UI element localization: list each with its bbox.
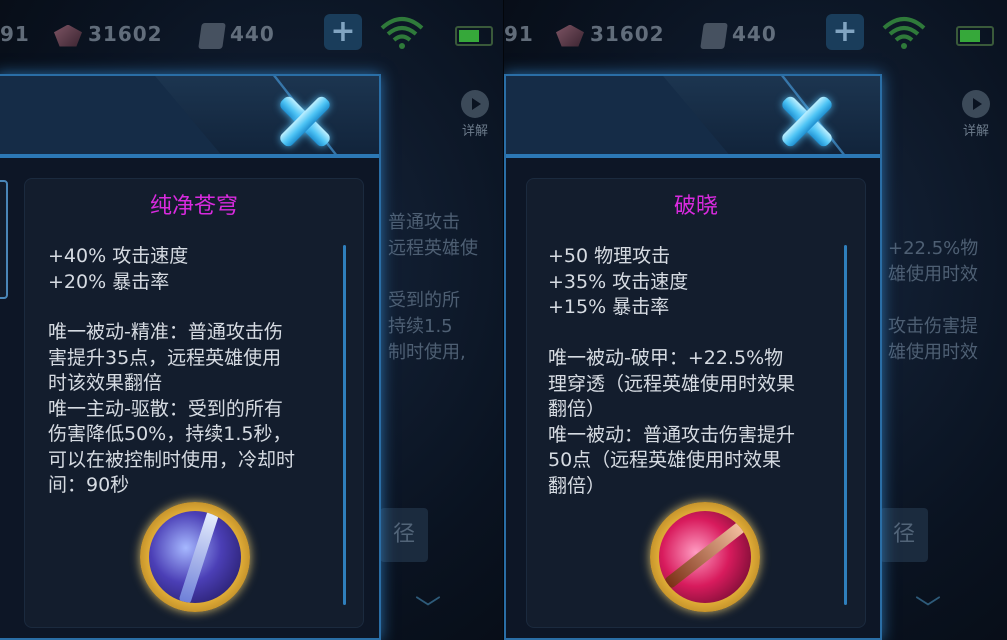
coupon-count: 440 (230, 22, 275, 46)
bg-text: 普通攻击 (388, 212, 460, 233)
selected-slot[interactable] (0, 180, 8, 299)
diamond-count: 31602 (88, 22, 163, 46)
header-decor (0, 154, 379, 158)
close-icon[interactable] (778, 92, 836, 150)
diamond-icon (54, 24, 82, 47)
path-button[interactable]: 径 (880, 508, 928, 562)
detail-label: 详解 (461, 124, 488, 139)
diamond-count: 31602 (590, 22, 665, 46)
diamond-counter: 31602 (556, 22, 665, 47)
purity-sky-blade-icon (140, 502, 250, 612)
play-icon (962, 90, 990, 118)
item-stats: +50 物理攻击 +35% 攻击速度 +15% 暴击率 (548, 245, 689, 318)
item-name: 纯净苍穹 (149, 194, 238, 219)
right-screenshot: 91 31602 440 + 详解 +22.5%物 雄使用时效 攻击伤害提 雄使… (504, 0, 1007, 640)
status-bar: 91 31602 440 + (504, 0, 1007, 64)
detail-button[interactable]: 详解 (959, 90, 993, 139)
bg-text: 受到的所 (388, 290, 460, 311)
chevron-down-icon[interactable]: ﹀ (908, 597, 948, 623)
bg-text: 雄使用时效 (888, 342, 978, 363)
detail-label: 详解 (962, 124, 989, 139)
scrollbar[interactable] (844, 245, 847, 605)
add-currency-button[interactable]: + (826, 14, 864, 50)
partial-counter: 91 (0, 22, 30, 46)
play-icon (461, 90, 489, 118)
left-screenshot: 91 31602 440 + 详解 普通攻击 远程英雄使 受到的所 持续1.5 … (0, 0, 503, 640)
bg-text: 持续1.5 (388, 316, 453, 337)
coupon-count: 440 (732, 22, 777, 46)
item-passive: 唯一被动-破甲：+22.5%物 理穿透（远程英雄使用时效果 翻倍） 唯一被动：普… (548, 347, 796, 497)
item-passive: 唯一被动-精准：普通攻击伤 害提升35点，远程英雄使用 时该效果翻倍 唯一主动-… (48, 321, 296, 496)
coupon-counter: 440 (700, 22, 777, 49)
scrollbar[interactable] (343, 245, 346, 605)
daybreak-crossbow-icon (650, 502, 760, 612)
battery-icon (956, 26, 994, 46)
path-button[interactable]: 径 (380, 508, 428, 562)
coupon-counter: 440 (198, 22, 275, 49)
bg-text: 雄使用时效 (888, 264, 978, 285)
chevron-down-icon[interactable]: ﹀ (408, 597, 448, 623)
header-decor (506, 154, 880, 158)
status-bar: 91 31602 440 + (0, 0, 503, 64)
add-currency-button[interactable]: + (324, 14, 362, 50)
bg-text: 制时使用, (388, 342, 466, 363)
partial-counter: 91 (504, 22, 534, 46)
item-name: 破晓 (673, 194, 718, 219)
battery-icon (455, 26, 493, 46)
wifi-icon (882, 17, 926, 49)
bg-text: +22.5%物 (888, 238, 979, 259)
diamond-counter: 31602 (54, 22, 163, 47)
detail-button[interactable]: 详解 (458, 90, 492, 139)
coupon-icon (700, 22, 728, 49)
bg-text: 攻击伤害提 (888, 316, 978, 337)
wifi-icon (380, 17, 424, 49)
item-stats: +40% 攻击速度 +20% 暴击率 (48, 245, 189, 293)
close-icon[interactable] (276, 92, 334, 150)
diamond-icon (556, 24, 584, 47)
bg-text: 远程英雄使 (388, 238, 478, 259)
coupon-icon (198, 22, 226, 49)
